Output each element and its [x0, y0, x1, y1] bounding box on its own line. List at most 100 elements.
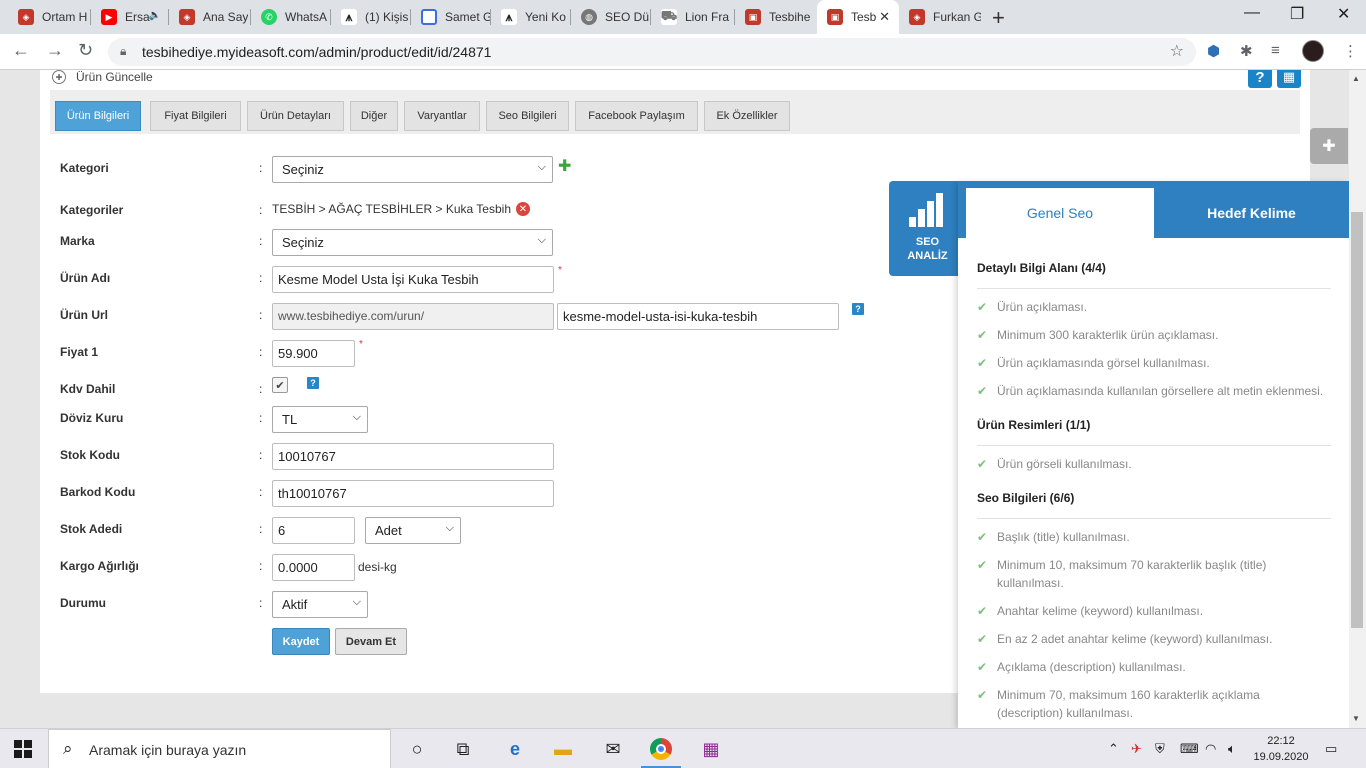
browser-tab[interactable]: ⩚ (1) Kişis — [331, 0, 411, 34]
puzzle-icon[interactable]: ✱ — [1240, 42, 1253, 60]
scrollbar-thumb[interactable] — [1351, 212, 1363, 628]
item-text: Ürün açıklamasında kullanılan görsellere… — [997, 384, 1324, 398]
tab-fiyat-bilgileri[interactable]: Fiyat Bilgileri — [150, 101, 241, 131]
seo-tabs: Genel Seo Hedef Kelime — [958, 181, 1349, 238]
doviz-select[interactable]: TL ⌵ — [272, 406, 368, 433]
fiyat-input[interactable]: 59.900 — [272, 340, 355, 367]
close-icon[interactable]: ✕ — [879, 9, 890, 25]
lock-icon[interactable]: 🔒︎ — [120, 44, 126, 59]
label-kdv-dahil: Kdv Dahil — [60, 382, 116, 396]
windows-start-icon[interactable] — [14, 740, 32, 758]
profile-avatar[interactable] — [1302, 40, 1324, 62]
save-button[interactable]: Kaydet — [272, 628, 330, 655]
list-item: ✔ Ürün görseli kullanılması. — [977, 455, 1337, 473]
extension-icon[interactable]: ⬢ — [1207, 42, 1220, 60]
notifications-icon[interactable]: ▭ — [1325, 741, 1337, 757]
tab-diger[interactable]: Diğer — [350, 101, 398, 131]
stok-adedi-input[interactable]: 6 — [272, 517, 355, 544]
tab-seo-bilgileri[interactable]: Seo Bilgileri — [486, 101, 569, 131]
tab-varyantlar[interactable]: Varyantlar — [404, 101, 480, 131]
volume-icon[interactable]: 🔈︎ — [1228, 741, 1236, 757]
winrar-icon[interactable]: ▦ — [699, 737, 723, 761]
product-tabs: Ürün Bilgileri Fiyat Bilgileri Ürün Deta… — [50, 90, 1300, 134]
chevron-up-icon[interactable]: ⌃ — [1108, 741, 1119, 757]
mail-icon[interactable]: ✉ — [601, 737, 625, 761]
bookmark-star-icon[interactable]: ☆ — [1170, 41, 1184, 61]
tab-title: SEO Dü — [605, 10, 650, 24]
tab-hedef-kelime[interactable]: Hedef Kelime — [1154, 188, 1349, 238]
settings-plus-icon[interactable]: ✚ — [1310, 128, 1348, 164]
scroll-down-icon[interactable]: ▼ — [1352, 714, 1360, 723]
reload-icon[interactable]: ↻ — [78, 40, 93, 61]
add-category-plus-icon[interactable]: ✚ — [558, 156, 571, 176]
back-arrow-icon[interactable]: ← — [12, 40, 30, 61]
url-prefix-field: www.tesbihediye.com/urun/ — [272, 303, 554, 330]
wifi-icon[interactable]: ◠ — [1205, 741, 1216, 757]
url-omnibox[interactable]: 🔒︎ tesbihediye.myideasoft.com/admin/prod… — [108, 38, 1196, 66]
stok-kodu-input[interactable]: 10010767 — [272, 443, 554, 470]
browser-tab[interactable]: ◍ SEO Dü — [571, 0, 651, 34]
tab-urun-detaylari[interactable]: Ürün Detayları — [247, 101, 344, 131]
tab-ek-ozellikler[interactable]: Ek Özellikler — [704, 101, 790, 131]
cortana-icon[interactable]: ○ — [405, 737, 429, 761]
grid-view-icon[interactable]: ▦ — [1277, 70, 1301, 88]
list-item: ✔ Ürün açıklamasında görsel kullanılması. — [977, 354, 1337, 372]
check-icon: ✔ — [977, 530, 988, 544]
maximize-icon[interactable]: ❐ — [1290, 4, 1304, 24]
browser-tab[interactable]: ⛟ Lion Fra — [651, 0, 735, 34]
tab-facebook-paylasim[interactable]: Facebook Paylaşım — [575, 101, 698, 131]
browser-tab[interactable]: ◈ Furkan G — [899, 0, 981, 34]
security-icon[interactable]: ⛨ — [1155, 741, 1165, 757]
continue-button[interactable]: Devam Et — [335, 628, 407, 655]
kebab-menu-icon[interactable]: ⋮ — [1343, 42, 1358, 60]
item-text: Açıklama (description) kullanılması. — [997, 660, 1186, 674]
kargo-input[interactable]: 0.0000 — [272, 554, 355, 581]
kategori-select[interactable]: Seçiniz ⌵ — [272, 156, 553, 183]
kdv-dahil-checkbox[interactable]: ✔ — [272, 377, 288, 393]
browser-tab[interactable]: ◈ Ortam H — [8, 0, 91, 34]
window-close-icon[interactable]: ✕ — [1337, 4, 1350, 24]
file-explorer-icon[interactable]: ▬ — [551, 737, 575, 761]
task-view-icon[interactable]: ⧉ — [451, 737, 475, 761]
media-queue-icon[interactable]: ≡ — [1271, 42, 1280, 59]
clock[interactable]: 22:12 19.09.2020 — [1252, 733, 1310, 765]
browser-tab[interactable]: ⩚ Yeni Ko — [491, 0, 571, 34]
chrome-icon[interactable] — [649, 737, 673, 761]
tray-app-icon[interactable]: ✈ — [1131, 741, 1142, 757]
help-icon[interactable]: ? — [852, 303, 864, 315]
forward-arrow-icon[interactable]: → — [46, 40, 64, 61]
edge-icon[interactable]: e — [503, 737, 527, 761]
new-tab-plus-icon[interactable]: + — [992, 5, 1005, 31]
marka-select[interactable]: Seçiniz ⌵ — [272, 229, 553, 256]
browser-tab[interactable]: ▶ Ersa 🔈 — [91, 0, 169, 34]
browser-tab-active[interactable]: ▣ Tesb ✕ — [817, 0, 899, 34]
kategori-value: Seçiniz — [282, 162, 324, 177]
tab-title: Furkan G — [933, 10, 981, 24]
minimize-icon[interactable]: — — [1244, 4, 1260, 22]
browser-tab[interactable]: ▣ Tesbihe — [735, 0, 817, 34]
remove-category-icon[interactable]: ✕ — [516, 202, 530, 216]
url-text[interactable]: tesbihediye.myideasoft.com/admin/product… — [142, 44, 491, 60]
durum-select[interactable]: Aktif ⌵ — [272, 591, 368, 618]
keyboard-icon[interactable]: ⌨ — [1180, 741, 1199, 757]
help-icon[interactable]: ? — [307, 377, 319, 389]
tab-urun-bilgileri[interactable]: Ürün Bilgileri — [55, 101, 141, 131]
urun-url-input[interactable]: kesme-model-usta-isi-kuka-tesbih — [557, 303, 839, 330]
speaker-icon[interactable]: 🔈 — [149, 10, 161, 21]
label-fiyat: Fiyat 1 — [60, 345, 99, 359]
help-button[interactable]: ? — [1248, 70, 1272, 88]
list-item: ✔ Başlık (title) kullanılması. — [977, 528, 1337, 546]
seo-badge-line1: SEO — [915, 236, 940, 248]
stok-unit-select[interactable]: Adet ⌵ — [365, 517, 461, 544]
seo-analysis-toggle[interactable]: SEO ANALİZ — [889, 181, 966, 276]
browser-tab[interactable]: ◈ Ana Say — [169, 0, 251, 34]
taskbar-search[interactable]: ⌕ Aramak için buraya yazın — [48, 729, 391, 768]
browser-tab[interactable]: ✆ WhatsA — [251, 0, 331, 34]
colon: : — [259, 559, 263, 573]
tab-genel-seo[interactable]: Genel Seo — [966, 188, 1154, 238]
scroll-up-icon[interactable]: ▲ — [1352, 74, 1360, 83]
browser-tab[interactable]: Samet G — [411, 0, 491, 34]
urun-adi-input[interactable]: Kesme Model Usta İşi Kuka Tesbih — [272, 266, 554, 293]
barkod-input[interactable]: th10010767 — [272, 480, 554, 507]
label-kategori: Kategori — [60, 161, 109, 175]
